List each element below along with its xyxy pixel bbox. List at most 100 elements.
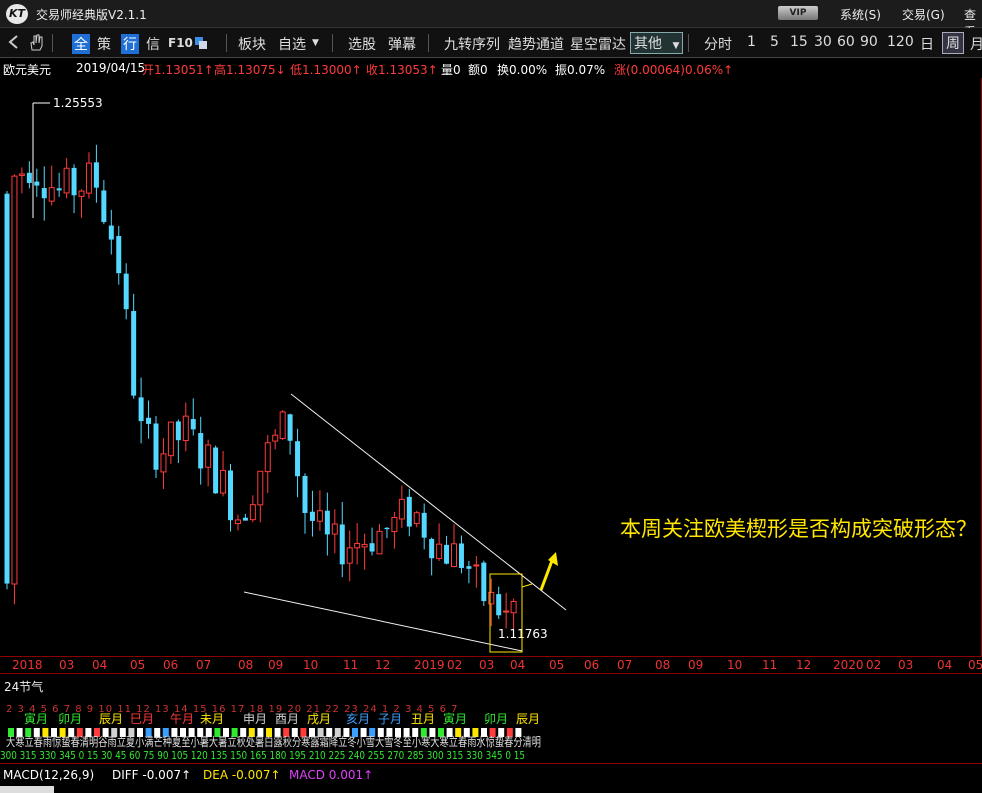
- time-axis-label: 05: [549, 658, 565, 672]
- solar-term-degrees: 300 315 330 345 0 15 30 45 60 75 90 105 …: [0, 749, 525, 762]
- time-axis-label: 08: [655, 658, 671, 672]
- time-axis-label: 10: [303, 658, 319, 672]
- candle-body-down: [228, 470, 233, 521]
- vip-badge[interactable]: VIP: [778, 6, 818, 20]
- dropdown-triangle-icon[interactable]: ▼: [312, 38, 319, 48]
- breakout-tick: [521, 583, 533, 588]
- candle-body-down: [71, 167, 77, 196]
- amount-value: 额0: [468, 63, 488, 77]
- period-90min[interactable]: 90: [860, 34, 878, 50]
- time-axis-label: 05: [130, 658, 146, 672]
- quick-strategy-button[interactable]: 策: [97, 34, 111, 54]
- candle-body-up: [205, 444, 212, 468]
- layout-icon[interactable]: [194, 34, 208, 54]
- candle-body-up: [63, 167, 70, 194]
- quote-info-bar: 欧元美元 2019/04/15 开1.13051↑ 高1.13075↓ 低1.1…: [0, 58, 982, 78]
- candle-body-up: [331, 523, 338, 535]
- annotation-text: 本周关注欧美楔形是否构成突破形态？: [620, 517, 977, 541]
- barrage-button[interactable]: 弹幕: [388, 34, 416, 54]
- max-price-label: 1.25553: [53, 96, 103, 110]
- period-15min[interactable]: 15: [790, 34, 808, 50]
- time-axis-label: 04: [510, 658, 526, 672]
- quote-date: 2019/04/15: [76, 61, 146, 75]
- trend-channel-button[interactable]: 趋势通道: [508, 34, 564, 54]
- quick-full-button[interactable]: 全: [72, 34, 90, 54]
- toolbar-divider: [688, 34, 689, 52]
- candle-body-up: [78, 190, 85, 197]
- time-axis-label: 07: [617, 658, 633, 672]
- other-dropdown[interactable]: 其他 ▼: [630, 32, 684, 54]
- wedge-lower-line: [243, 591, 523, 652]
- candle-body-up: [346, 547, 353, 564]
- candle-body-down: [339, 524, 345, 565]
- watchlist-button[interactable]: 自选: [278, 34, 306, 54]
- candle-body-up: [398, 498, 405, 520]
- candle-body-up: [436, 543, 443, 560]
- candle-body-down: [287, 414, 293, 441]
- nine-sequence-button[interactable]: 九转序列: [444, 34, 500, 54]
- scroll-tab[interactable]: [0, 786, 54, 793]
- time-axis-label: 11: [762, 658, 778, 672]
- solar-month-label: 辰月: [516, 712, 540, 726]
- period-day[interactable]: 日: [920, 34, 934, 54]
- candle-body-up: [279, 411, 286, 439]
- candle-body-down: [93, 162, 99, 188]
- time-axis: 2018 03 04 05 06 07 08 09 10 11 12 2019 02 03 04 05 06 07…: [0, 656, 982, 674]
- quick-row-button[interactable]: 行: [121, 34, 139, 54]
- candle-body-down: [175, 421, 181, 441]
- period-timeshare[interactable]: 分时: [704, 34, 732, 54]
- candle-body-down: [302, 476, 308, 513]
- volume-value: 量0: [441, 63, 461, 77]
- candle-body-down: [496, 594, 502, 616]
- time-axis-label: 12: [375, 658, 391, 672]
- turnover-value: 换0.00%: [497, 63, 548, 77]
- candle-body-up: [376, 530, 383, 555]
- candle-body-down: [324, 510, 330, 535]
- candle-body-up: [18, 173, 25, 176]
- min-price-label: 1.11763: [498, 627, 548, 641]
- candle-body-down: [295, 441, 301, 477]
- stock-picker-button[interactable]: 选股: [348, 34, 376, 54]
- period-120min[interactable]: 120: [887, 34, 914, 50]
- period-1min[interactable]: 1: [747, 34, 756, 50]
- star-radar-button[interactable]: 星空雷达: [570, 34, 626, 54]
- solar-terms-strip: 寅月 卯月 辰月 巳月 午月 未月 申月 酉月 戌月 亥月 子月 丑月 寅月 卯月 辰月2 3 4 5 6 …: [0, 704, 541, 762]
- hand-icon[interactable]: [28, 34, 44, 56]
- period-week[interactable]: 周: [942, 32, 964, 54]
- candle-body-down: [41, 188, 47, 199]
- candlestick-chart[interactable]: 1.25553 1.11763: [0, 78, 982, 656]
- candle-body-up: [257, 470, 264, 506]
- macd-diff: DIFF -0.007↑: [112, 768, 192, 782]
- candle-body-up: [85, 162, 92, 194]
- dropdown-triangle-icon: ▼: [672, 41, 680, 51]
- macd-indicator-bar: MACD(12,26,9) DIFF -0.007↑ DEA -0.007↑ M…: [0, 764, 982, 786]
- period-60min[interactable]: 60: [837, 34, 855, 50]
- time-axis-label: 07: [196, 658, 212, 672]
- period-month[interactable]: 月: [970, 34, 982, 54]
- time-axis-label: 04: [92, 658, 108, 672]
- time-axis-label: 11: [343, 658, 359, 672]
- time-axis-label: 08: [238, 658, 254, 672]
- back-arrow-icon[interactable]: [6, 34, 20, 54]
- low-value: 低1.13000↑: [290, 63, 362, 77]
- period-5min[interactable]: 5: [770, 34, 779, 50]
- sector-button[interactable]: 板块: [238, 34, 266, 54]
- menu-system[interactable]: 系统(S): [840, 6, 881, 23]
- period-30min[interactable]: 30: [814, 34, 832, 50]
- menu-trade[interactable]: 交易(G): [902, 6, 945, 23]
- high-value: 高1.13075↓: [214, 63, 286, 77]
- solar-term-names: 大寒立春雨惊蛰春清明谷雨立夏小满芒种夏至小暑大暑立秋处暑白露秋分寒露霜降立冬小雪…: [6, 734, 541, 749]
- toolbar-divider: [428, 34, 429, 52]
- candle-body-up: [316, 510, 323, 522]
- time-axis-label: 05: [968, 658, 982, 672]
- candle-body-up: [160, 453, 167, 473]
- f10-button[interactable]: F10: [168, 36, 193, 50]
- candle-body-up: [264, 442, 271, 473]
- solar-terms-panel: 寅月 卯月 辰月 巳月 午月 未月 申月 酉月 戌月 亥月 子月 丑月 寅月 卯月 辰月 2 3 4 5 6 …: [0, 674, 982, 764]
- time-axis-label: 10: [727, 658, 743, 672]
- quick-info-button[interactable]: 信: [146, 34, 160, 54]
- candle-body-down: [384, 527, 390, 530]
- app-title: 交易师经典版V2.1.1: [36, 8, 147, 22]
- candle-body-down: [26, 172, 32, 183]
- toolbar-divider: [332, 34, 333, 52]
